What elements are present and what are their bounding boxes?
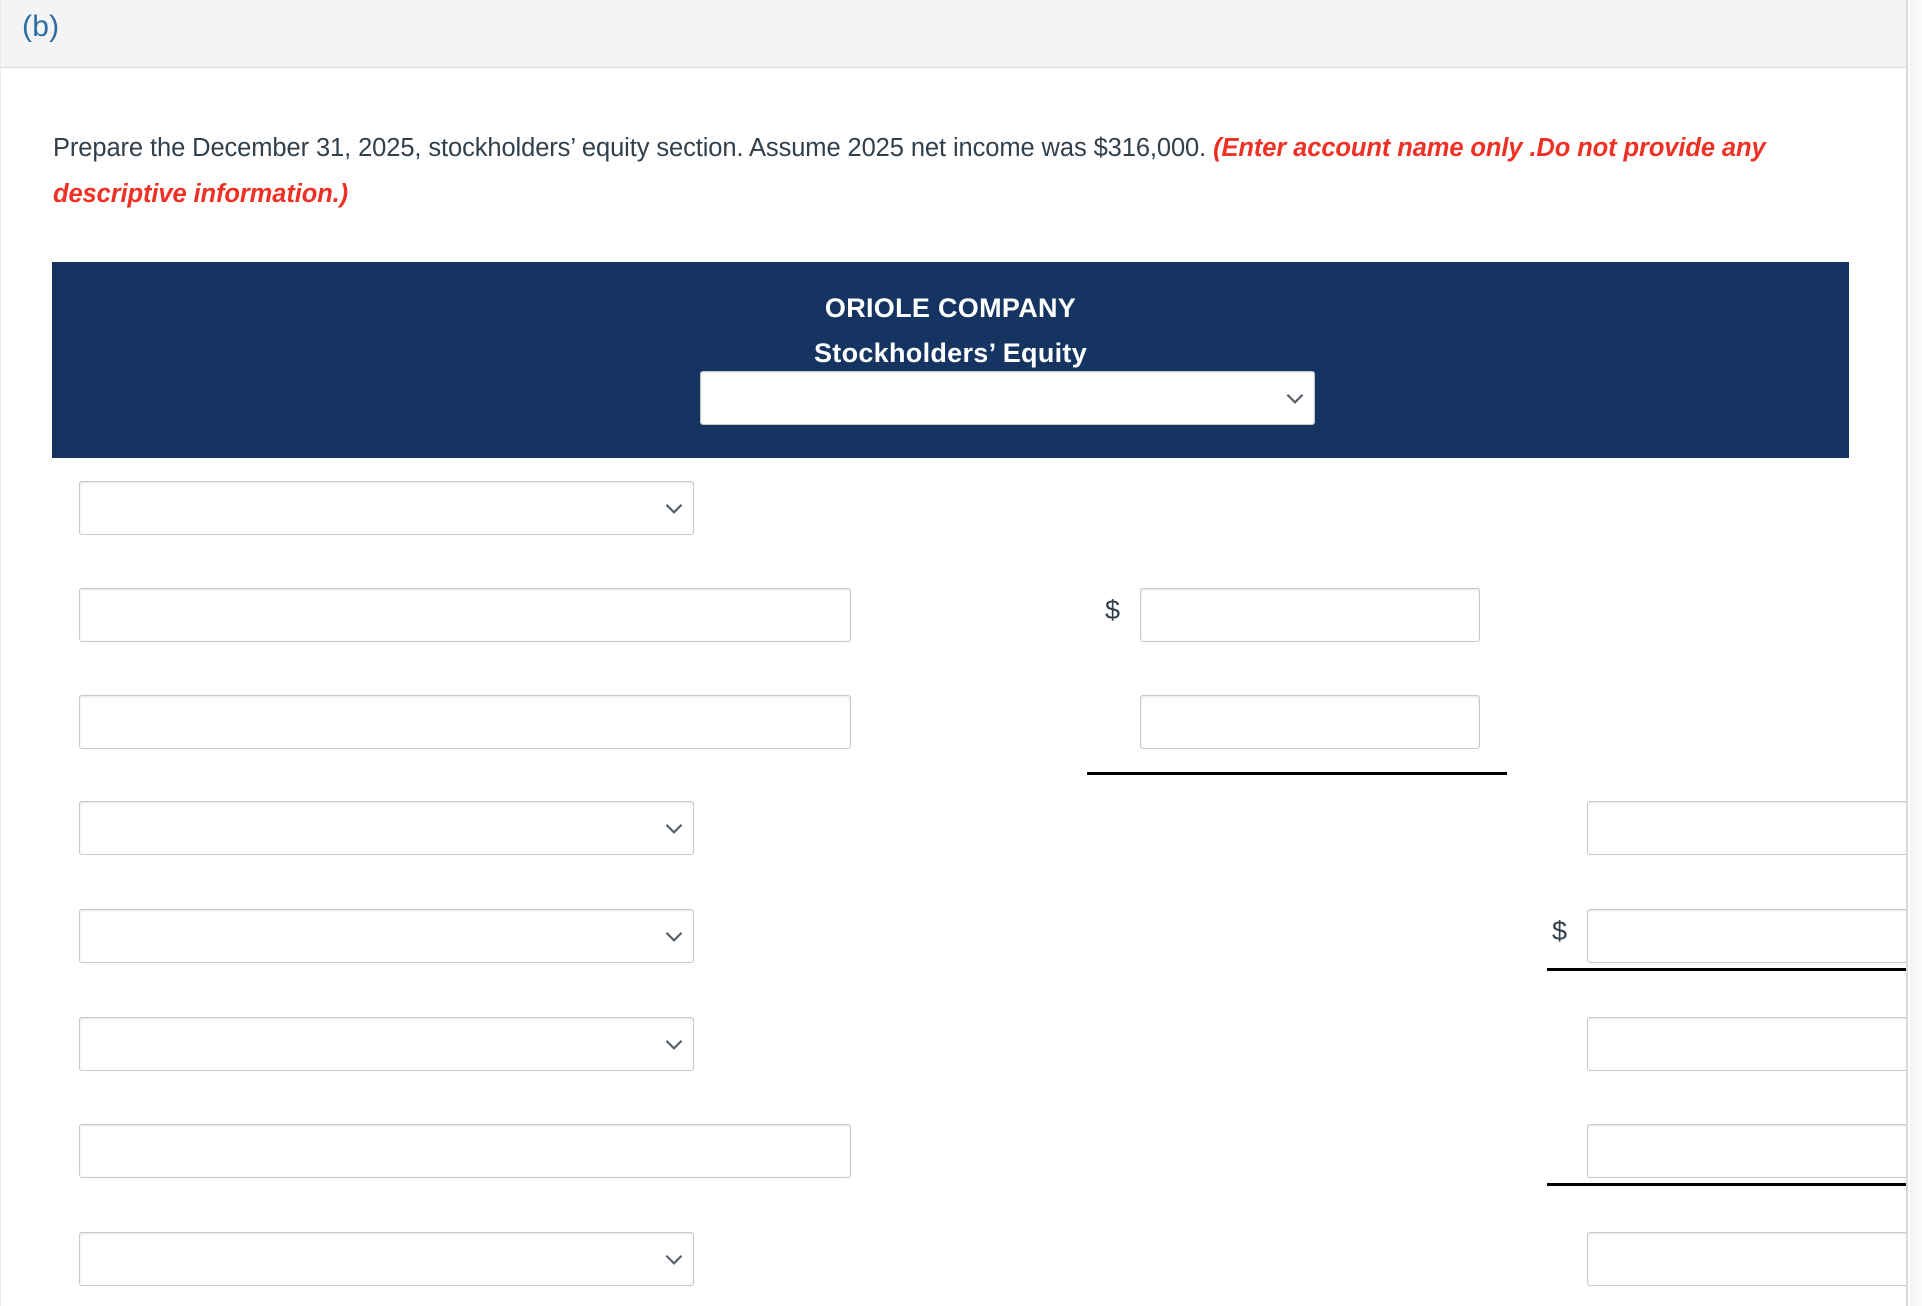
amount-input-right-row-6[interactable] [1587,1124,1906,1178]
amount-input-right-row-7[interactable] [1587,1232,1906,1286]
amount-input-mid-row-2[interactable] [1140,695,1480,749]
account-select-row-0[interactable] [79,481,694,535]
part-label: (b) [22,10,60,43]
amount-input-right-row-3[interactable] [1587,801,1906,855]
account-select-row-5[interactable] [79,1017,694,1071]
amount-input-right-row-4[interactable] [1587,909,1906,963]
account-select-row-7[interactable] [79,1232,694,1286]
subtotal-rule-right-row-4 [1547,968,1906,971]
statement-title: Stockholders’ Equity [813,338,1088,368]
account-name-input-row-1[interactable] [79,588,851,642]
account-name-input-row-2[interactable] [79,695,851,749]
company-name: ORIOLE COMPANY [824,293,1077,323]
period-select[interactable] [700,371,1315,425]
statement-header: ORIOLE COMPANY Stockholders’ Equity [52,262,1849,458]
worksheet-page: (b) Prepare the December 31, 2025, stock… [0,0,1908,1306]
amount-input-right-row-5[interactable] [1587,1017,1906,1071]
amount-input-mid-row-1[interactable] [1140,588,1480,642]
dollar-sign-right-row-4: $ [1552,916,1568,946]
instructions-main: Prepare the December 31, 2025, stockhold… [53,134,1214,162]
account-select-row-3[interactable] [79,801,694,855]
account-select-row-4[interactable] [79,909,694,963]
instructions-text: Prepare the December 31, 2025, stockhold… [53,125,1853,217]
dollar-sign-mid-row-1: $ [1105,595,1121,625]
account-name-input-row-6[interactable] [79,1124,851,1178]
subtotal-rule-right-row-6 [1547,1183,1906,1186]
part-header-bar: (b) [1,0,1906,68]
page-gutter [1910,0,1922,1306]
subtotal-rule-mid [1087,772,1507,775]
